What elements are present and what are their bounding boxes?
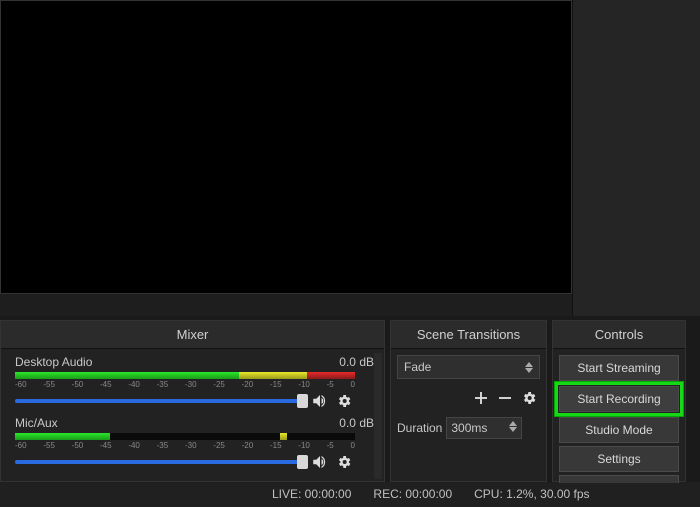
transitions-panel: Scene Transitions Fade [390,320,547,482]
status-cpu: CPU: 1.2%, 30.00 fps [474,487,589,501]
level-meter [15,433,355,440]
volume-slider[interactable] [15,460,305,464]
volume-thumb[interactable] [297,394,308,408]
mixer-body: Desktop Audio 0.0 dB -60-55-50-45-40-35-… [1,349,384,483]
mixer-header: Mixer [1,321,384,349]
duration-label: Duration [397,421,442,435]
level-ticks: -60-55-50-45-40-35-30-25-20-15-10-50 [15,380,355,389]
status-rec: REC: 00:00:00 [373,487,452,501]
preview-area [0,0,700,316]
updown-icon [525,362,533,373]
level-ticks: -60-55-50-45-40-35-30-25-20-15-10-50 [15,441,355,450]
transition-select[interactable]: Fade [397,355,540,379]
settings-button[interactable]: Settings [559,446,679,472]
channel-db: 0.0 dB [339,355,374,369]
channel-name: Desktop Audio [15,355,92,369]
speaker-icon[interactable] [311,453,329,471]
transition-selected: Fade [404,360,431,374]
start-streaming-button[interactable]: Start Streaming [559,355,679,381]
bottom-panels: Mixer Desktop Audio 0.0 dB -60-55-50-45-… [0,316,700,482]
highlight: Start Recording [555,382,683,416]
mixer-channel: Desktop Audio 0.0 dB -60-55-50-45-40-35-… [15,355,374,410]
preview-side-panel [572,0,700,316]
speaker-icon[interactable] [311,392,329,410]
status-live: LIVE: 00:00:00 [272,487,351,501]
mixer-panel: Mixer Desktop Audio 0.0 dB -60-55-50-45-… [0,320,385,482]
mixer-scrollbar[interactable] [374,353,382,479]
duration-input[interactable]: 300ms [446,417,522,439]
channel-name: Mic/Aux [15,416,58,430]
controls-panel: Controls Start Streaming Start Recording… [552,320,686,482]
controls-header: Controls [553,321,685,349]
volume-slider[interactable] [15,399,305,403]
studio-mode-button[interactable]: Studio Mode [559,417,679,443]
plus-icon[interactable] [472,389,490,407]
status-bar: LIVE: 00:00:00 REC: 00:00:00 CPU: 1.2%, … [0,483,700,505]
preview-canvas[interactable] [0,0,572,294]
minus-icon[interactable] [496,389,514,407]
preview-gap [0,294,572,316]
start-recording-button[interactable]: Start Recording [559,386,679,412]
level-meter [15,372,355,379]
gear-icon[interactable] [335,392,353,410]
transitions-header: Scene Transitions [391,321,546,349]
gear-icon[interactable] [335,453,353,471]
mixer-channel: Mic/Aux 0.0 dB -60-55-50-45-40-35-30-25-… [15,416,374,471]
updown-icon [509,421,517,435]
duration-value: 300ms [451,421,487,435]
channel-db: 0.0 dB [339,416,374,430]
gear-icon[interactable] [520,389,538,407]
volume-thumb[interactable] [297,455,308,469]
